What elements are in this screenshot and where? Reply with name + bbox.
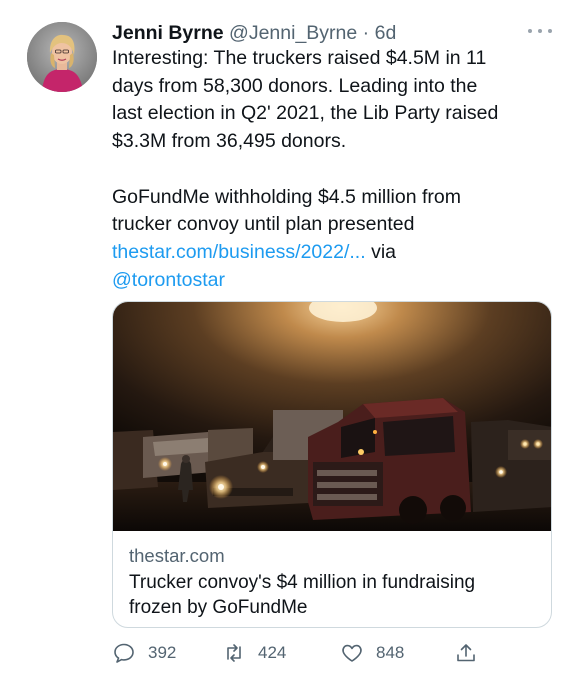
headline-line: trucker convoy until plan presented — [112, 213, 415, 236]
author-name[interactable]: Jenni Byrne — [112, 22, 224, 44]
share-button[interactable] — [454, 638, 490, 668]
speech-bubble-icon — [114, 643, 134, 663]
heart-icon — [342, 644, 362, 662]
via-text: via — [365, 240, 397, 263]
tweet-line: $3.3M from 36,495 donors. — [112, 130, 347, 153]
card-title-line: frozen by GoFundMe — [129, 597, 308, 618]
tweet-header: Jenni Byrne @Jenni_Byrne · 6d — [112, 20, 396, 46]
card-title: Trucker convoy's $4 million in fundraisi… — [129, 570, 541, 620]
mention-link[interactable]: @torontostar — [112, 269, 225, 291]
reply-button[interactable]: 392 — [112, 638, 176, 668]
action-bar: 392 424 848 — [112, 638, 552, 668]
tweet-line: days from 58,300 donors. Leading into th… — [112, 74, 478, 97]
retweet-button[interactable]: 424 — [222, 638, 286, 668]
link-card[interactable]: thestar.com Trucker convoy's $4 million … — [112, 301, 552, 628]
more-dots-icon[interactable] — [528, 26, 552, 36]
card-image — [113, 302, 551, 531]
timestamp[interactable]: 6d — [375, 22, 397, 44]
avatar[interactable] — [27, 22, 97, 92]
headline-line: GoFundMe withholding $4.5 million from — [112, 185, 462, 208]
tweet-line: Interesting: The truckers raised $4.5M i… — [112, 47, 487, 69]
like-button[interactable]: 848 — [340, 638, 404, 668]
like-count: 848 — [376, 643, 405, 662]
tweet[interactable]: Jenni Byrne @Jenni_Byrne · 6d Interestin… — [0, 0, 581, 680]
link-line: thestar.com/business/2022/... via — [112, 239, 562, 267]
tweet-text: Interesting: The truckers raised $4.5M i… — [112, 45, 562, 294]
separator-dot: · — [362, 22, 370, 44]
card-title-line: Trucker convoy's $4 million in fundraisi… — [129, 572, 476, 593]
card-domain: thestar.com — [129, 545, 225, 566]
mention-line: @torontostar — [112, 267, 562, 295]
tweet-line: last election in Q2' 2021, the Lib Party… — [112, 102, 499, 125]
article-link[interactable]: thestar.com/business/2022/... — [112, 241, 366, 263]
retweet-count: 424 — [258, 643, 287, 662]
author-handle[interactable]: @Jenni_Byrne — [229, 22, 357, 44]
share-upload-icon — [457, 644, 475, 662]
reply-count: 392 — [148, 643, 177, 662]
retweet-arrows-icon — [227, 644, 241, 662]
